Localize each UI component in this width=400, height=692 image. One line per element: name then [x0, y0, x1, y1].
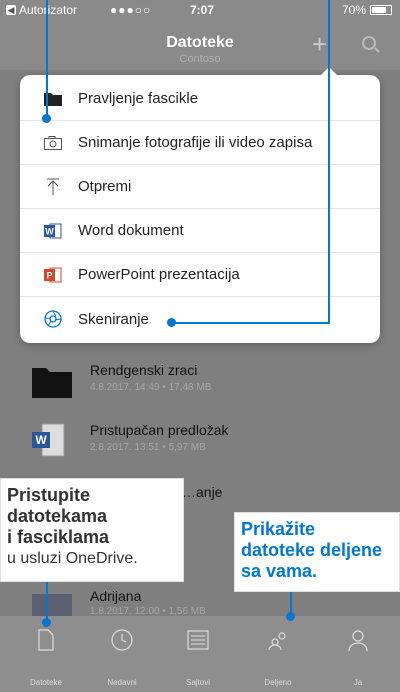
status-right: 70% — [342, 3, 392, 17]
tab-recent[interactable]: Nedavni — [92, 616, 152, 692]
word-icon: W — [32, 422, 72, 458]
tab-shared[interactable]: Deljeno — [248, 616, 308, 692]
search-icon[interactable] — [362, 36, 376, 50]
scan-icon — [44, 310, 62, 328]
battery-icon — [370, 5, 392, 15]
tab-files[interactable]: Datoteke — [16, 616, 76, 692]
tab-bar: Datoteke Nedavni Sajtovi Deljeno Ja — [0, 616, 400, 692]
callout-line: sa vama. — [241, 561, 318, 581]
file-name: Adrijana — [90, 588, 142, 604]
menu-item-scan[interactable]: Skeniranje — [20, 297, 380, 341]
clock-icon — [110, 628, 134, 652]
menu-item-create-folder[interactable]: Pravljenje fascikle — [20, 77, 380, 121]
tab-label: Datoteke — [29, 678, 63, 687]
back-arrow-icon: ◀ — [6, 5, 16, 15]
sites-icon — [186, 628, 210, 652]
menu-item-label: Snimanje fotografije ili video zapisa — [78, 134, 313, 151]
callout-connector — [172, 322, 330, 324]
files-icon — [34, 628, 58, 652]
list-item[interactable]: W Pristupačan predložak 2.8.2017. 13:51 … — [0, 412, 400, 472]
page-title: Datoteke — [166, 34, 234, 51]
menu-item-label: Word dokument — [78, 222, 184, 239]
menu-item-label: Skeniranje — [78, 310, 149, 328]
tab-sites[interactable]: Sajtovi — [168, 616, 228, 692]
svg-text:P: P — [46, 270, 52, 280]
svg-text:W: W — [45, 226, 54, 236]
file-name: …anje — [182, 484, 223, 500]
image-thumb — [32, 594, 72, 618]
callout-line: i fasciklama — [7, 527, 110, 547]
menu-item-label: Pravljenje fascikle — [78, 90, 199, 107]
callout-connector — [46, 582, 48, 622]
file-meta: 2.8.2017. 13:51 • 5,97 MB — [90, 442, 206, 453]
callout-line: datoteke deljene — [241, 540, 383, 560]
menu-item-label: PowerPoint prezentacija — [78, 266, 240, 283]
camera-icon — [44, 134, 62, 152]
callout-line: datotekama — [7, 506, 108, 526]
callout-line: u usluzi OneDrive. — [7, 550, 138, 567]
person-icon — [346, 628, 370, 652]
callout-shared: Prikažite datoteke deljene sa vama. — [234, 512, 400, 592]
menu-item-powerpoint[interactable]: P PowerPoint prezentacija — [20, 253, 380, 297]
callout-dot — [42, 114, 51, 123]
powerpoint-icon: P — [44, 266, 62, 284]
tab-label: Sajtovi — [185, 678, 210, 687]
callout-files: Pristupite datotekama i fasciklama u usl… — [0, 478, 184, 582]
callout-dot — [286, 612, 295, 621]
tab-label: Ja — [353, 678, 363, 687]
file-name: Pristupačan predložak — [90, 422, 229, 438]
callout-line: Pristupite — [7, 485, 91, 505]
tab-me[interactable]: Ja — [328, 616, 388, 692]
navigation-bar: Datoteke Contoso + — [0, 20, 400, 70]
callout-dot — [42, 618, 51, 627]
callout-connector — [46, 0, 48, 118]
list-item[interactable]: Adrijana 1.8.2017. 12:00 • 1,56 MB — [0, 588, 400, 618]
back-to-app[interactable]: ◀ Autorizator — [6, 3, 77, 17]
callout-line: Prikažite — [241, 519, 316, 539]
menu-item-capture-photo[interactable]: Snimanje fotografije ili video zapisa — [20, 121, 380, 165]
tab-label: Deljeno — [264, 678, 292, 687]
menu-item-upload[interactable]: Otpremi — [20, 165, 380, 209]
shared-icon — [266, 628, 290, 652]
status-bar: ◀ Autorizator ●●●○○ 7:07 70% — [0, 0, 400, 20]
tab-label: Nedavni — [107, 678, 137, 687]
clock: 7:07 — [190, 3, 215, 17]
add-menu: Pravljenje fascikle Snimanje fotografije… — [20, 67, 380, 343]
page-subtitle: Contoso — [179, 53, 221, 65]
file-meta: 4.8.2017. 14:49 • 17,48 MB — [90, 382, 212, 393]
file-name: Rendgenski zraci — [90, 362, 198, 378]
callout-dot — [167, 318, 176, 327]
signal-indicator: ●●●○○ — [110, 3, 152, 17]
menu-item-word-document[interactable]: W Word dokument — [20, 209, 380, 253]
upload-icon — [44, 178, 62, 196]
add-icon[interactable]: + — [312, 31, 327, 57]
menu-item-label: Otpremi — [78, 178, 132, 195]
word-icon: W — [44, 222, 62, 240]
folder-icon — [32, 364, 72, 400]
battery-percent: 70% — [341, 3, 366, 17]
list-item[interactable]: Rendgenski zraci 4.8.2017. 14:49 • 17,48… — [0, 352, 400, 412]
svg-text:W: W — [35, 433, 47, 447]
callout-connector — [328, 0, 330, 324]
back-app-label: Autorizator — [19, 3, 78, 17]
